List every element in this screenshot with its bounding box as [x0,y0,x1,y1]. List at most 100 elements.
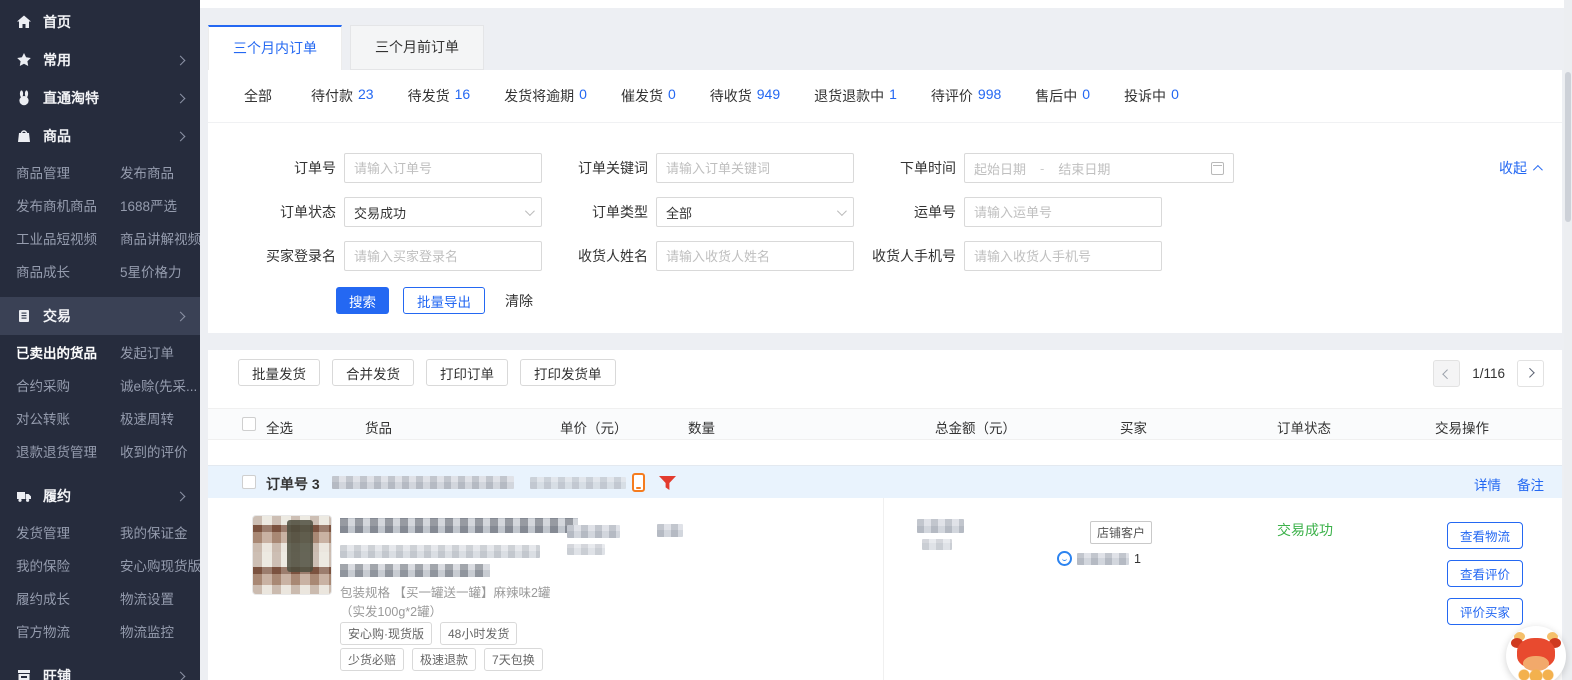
order-period-tabs: 三个月内订单 三个月前订单 [208,25,484,70]
order-status-label: 订单状态 [236,202,336,222]
order-checkbox[interactable] [242,475,256,489]
sidebar-item-taote[interactable]: 直通淘特 [0,79,200,117]
sidebar-link[interactable]: 1688严选 [120,190,200,223]
sidebar-link[interactable]: 发货管理 [16,517,112,550]
view-logistics-button[interactable]: 查看物流 [1447,522,1523,549]
receiver-phone-input[interactable] [964,241,1162,271]
order-status-select[interactable]: 交易成功 [344,197,542,227]
filter-refunding[interactable]: 退货退款中1 [814,86,897,106]
batch-export-button[interactable]: 批量导出 [403,287,485,314]
chevron-right-icon [176,131,186,141]
next-page-button[interactable] [1517,360,1544,387]
search-button[interactable]: 搜索 [336,287,389,314]
order-search-panel: 三个月内订单 三个月前订单 全部 待付款23 待发货16 发货将逾期0 催发货0… [208,25,1562,333]
sidebar-link[interactable]: 合约采购 [16,370,112,403]
prev-page-button[interactable] [1433,360,1460,387]
sidebar-item-shop[interactable]: 旺铺 [0,657,200,680]
search-form-row-3: 买家登录名 收货人姓名 收货人手机号 [208,241,1562,271]
select-all-checkbox[interactable] [242,417,256,431]
page-indicator: 1/116 [1472,366,1505,381]
order-type-select[interactable]: 全部 [656,197,854,227]
sidebar-link[interactable]: 收到的评价 [120,436,200,469]
order-type-value: 全部 [666,203,692,222]
order-keyword-input[interactable] [656,153,854,183]
sidebar-link[interactable]: 官方物流 [16,616,112,649]
sidebar-link[interactable]: 履约成长 [16,583,112,616]
sidebar-item-label: 交易 [43,306,71,326]
order-status-filter-row: 全部 待付款23 待发货16 发货将逾期0 催发货0 待收货949 退货退款中1… [208,70,1562,123]
order-type-label: 订单类型 [548,202,648,222]
col-total: 总金额（元） [935,417,1016,437]
rate-buyer-button[interactable]: 评价买家 [1447,598,1523,625]
order-detail-link[interactable]: 详情 [1474,474,1501,494]
sidebar-link[interactable]: 商品讲解视频 [120,223,200,256]
sidebar-link[interactable]: 物流设置 [120,583,200,616]
sidebar-link[interactable]: 物流监控 [120,616,200,649]
order-row-body: 包装规格 【买一罐送一罐】麻辣味2罐 （实发100g*2罐） 安心购·现货版 4… [208,498,1562,680]
filter-pending-payment[interactable]: 待付款23 [311,86,374,106]
sidebar-link[interactable]: 我的保证金 [120,517,200,550]
rabbit-icon [16,90,32,106]
page-scrollbar[interactable] [1564,0,1572,680]
filter-urged-shipment[interactable]: 催发货0 [621,86,676,106]
product-thumbnail[interactable] [252,515,332,595]
batch-ship-button[interactable]: 批量发货 [238,359,320,386]
collapse-link[interactable]: 收起 [1499,158,1540,178]
sidebar-item-trade[interactable]: 交易 [0,297,200,335]
tab-orders-older[interactable]: 三个月前订单 [350,25,484,70]
sidebar-link[interactable]: 商品成长 [16,256,112,289]
sidebar-link[interactable]: 发布商品 [120,157,200,190]
mascot-assistant-button[interactable] [1506,626,1566,680]
chevron-right-icon [176,93,186,103]
funnel-icon[interactable] [658,475,677,491]
home-icon [16,14,32,30]
sidebar-link[interactable]: 工业品短视频 [16,223,112,256]
unit-price-redacted [567,525,620,538]
sidebar-link[interactable]: 退款退货管理 [16,436,112,469]
clear-button[interactable]: 清除 [499,287,539,314]
service-tag: 极速退款 [412,648,476,671]
print-shipping-button[interactable]: 打印发货单 [520,359,616,386]
view-review-button[interactable]: 查看评价 [1447,560,1523,587]
order-remark-link[interactable]: 备注 [1517,474,1544,494]
sidebar-link[interactable]: 我的保险 [16,550,112,583]
sidebar-item-favorites[interactable]: 常用 [0,41,200,79]
filter-pending-review[interactable]: 待评价998 [931,86,1001,106]
buyer-login-input[interactable] [344,241,542,271]
filter-pending-shipment[interactable]: 待发货16 [408,86,471,106]
sidebar-link[interactable]: 诚e赊(先采... [120,370,200,403]
sidebar-link[interactable]: 商品管理 [16,157,112,190]
order-no-input[interactable] [344,153,542,183]
filter-complaint[interactable]: 投诉中0 [1124,86,1179,106]
filter-shipment-overdue[interactable]: 发货将逾期0 [504,86,587,106]
fulfillment-submenu: 发货管理 我的保证金 我的保险 安心购现货版 履约成长 物流设置 官方物流 物流… [0,517,200,649]
sidebar-link[interactable]: 极速周转 [120,403,200,436]
sidebar-link[interactable]: 安心购现货版 [120,550,200,583]
wangwang-chat-icon[interactable] [1057,551,1072,566]
filter-pending-receipt[interactable]: 待收货949 [710,86,780,106]
sidebar-item-label: 首页 [43,12,71,32]
col-actions: 交易操作 [1435,417,1489,437]
sidebar-link[interactable]: 发布商机商品 [16,190,112,223]
order-time-range-picker[interactable]: 起始日期 - 结束日期 [964,153,1234,183]
waybill-no-input[interactable] [964,197,1162,227]
filter-all[interactable]: 全部 [244,86,277,106]
merge-ship-button[interactable]: 合并发货 [332,359,414,386]
receiver-name-input[interactable] [656,241,854,271]
sidebar-link[interactable]: 对公转账 [16,403,112,436]
tab-orders-recent[interactable]: 三个月内订单 [208,25,342,70]
sidebar-link-sold-goods[interactable]: 已卖出的货品 [16,337,112,370]
print-order-button[interactable]: 打印订单 [426,359,508,386]
service-tag: 安心购·现货版 [340,622,432,645]
chevron-right-icon [1525,368,1535,378]
truck-icon [16,488,32,504]
scrollbar-thumb[interactable] [1565,72,1571,222]
sidebar-item-home[interactable]: 首页 [0,3,200,41]
mascot-paws [1518,668,1554,680]
sidebar-item-goods[interactable]: 商品 [0,117,200,155]
sidebar-item-fulfillment[interactable]: 履约 [0,477,200,515]
sidebar-item-label: 常用 [43,50,71,70]
filter-after-sale[interactable]: 售后中0 [1035,86,1090,106]
sidebar-link[interactable]: 发起订单 [120,337,200,370]
sidebar-link[interactable]: 5星价格力 [120,256,200,289]
